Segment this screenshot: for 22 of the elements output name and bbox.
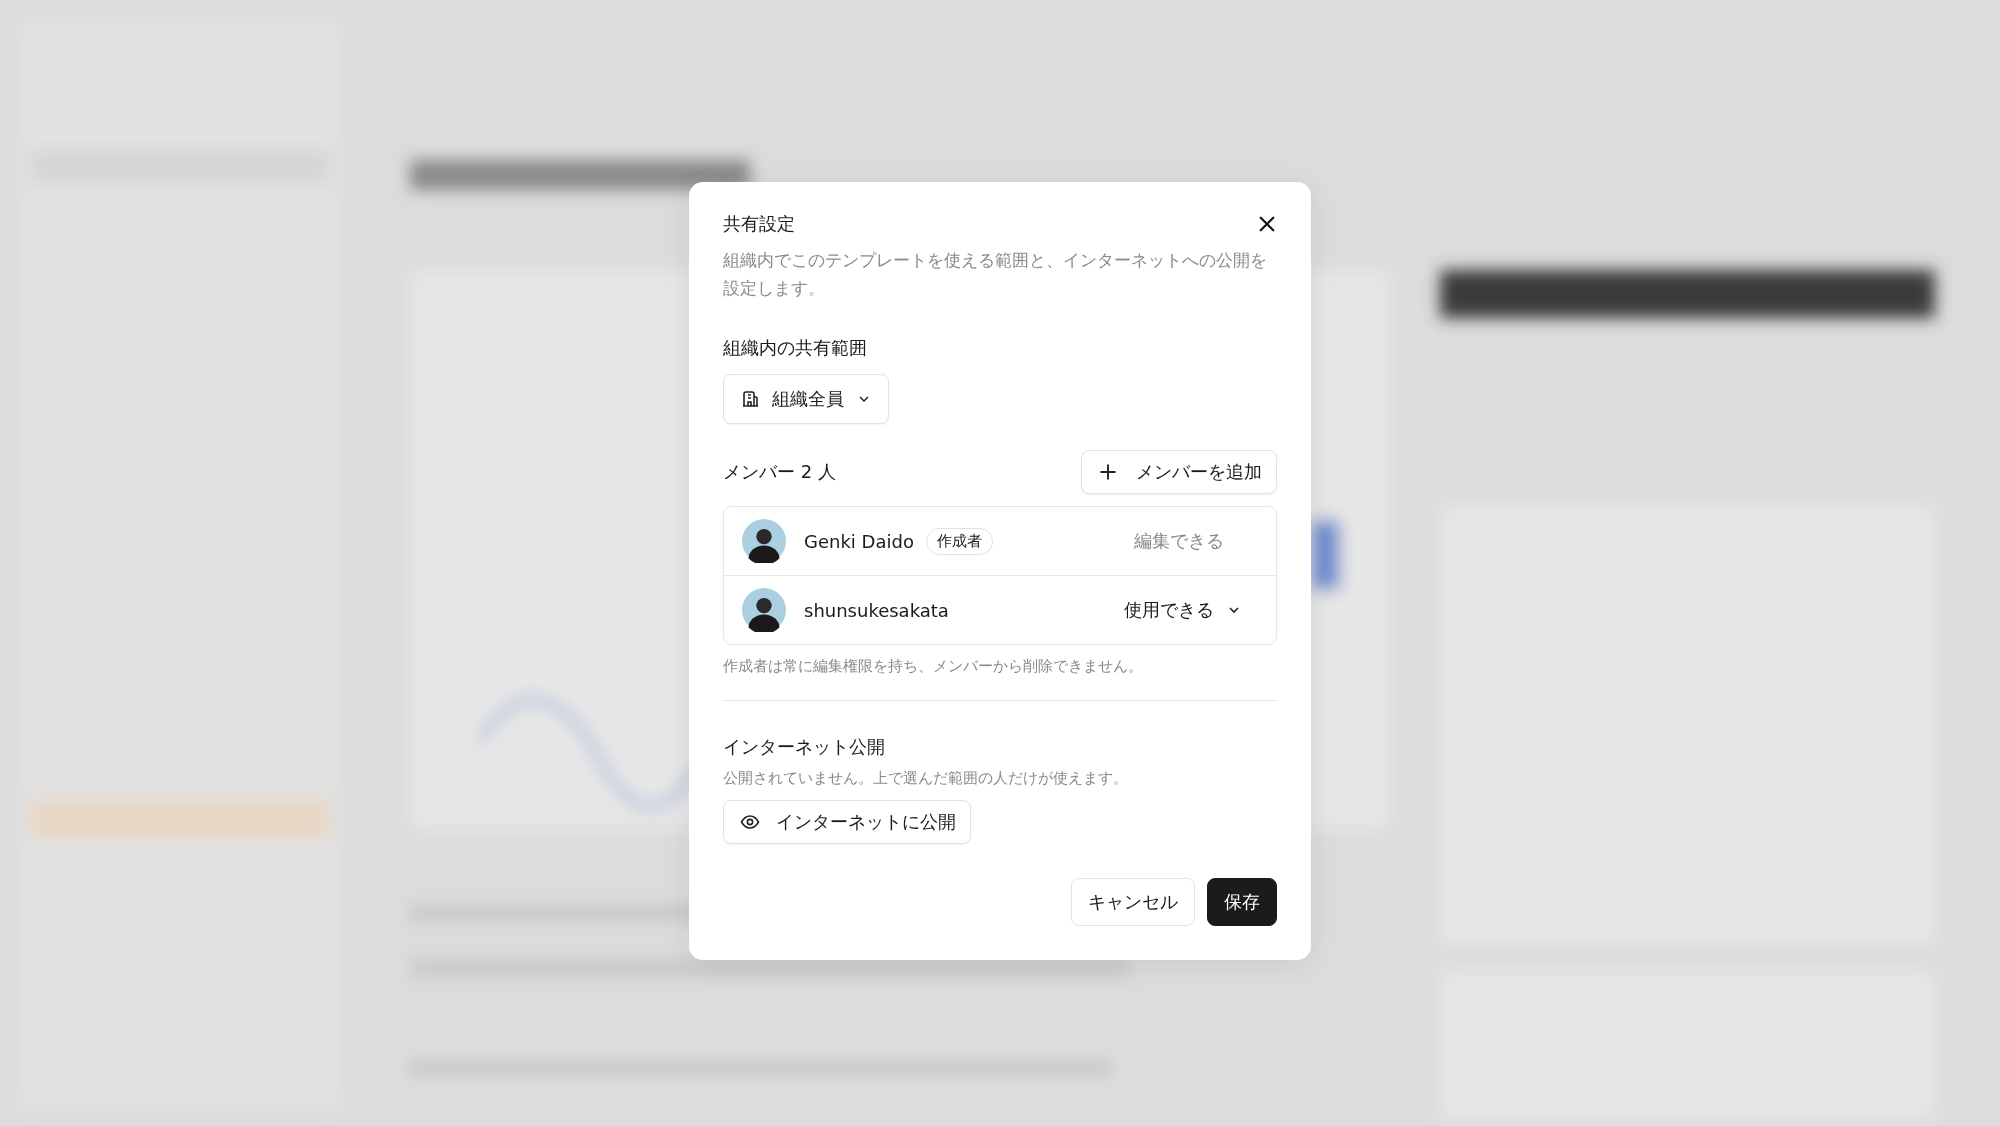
cancel-button[interactable]: キャンセル: [1071, 878, 1195, 926]
permission-dropdown[interactable]: 使用できる: [1124, 598, 1258, 622]
avatar-icon: [742, 519, 786, 563]
building-icon: [740, 389, 760, 409]
member-name: Genki Daido: [804, 530, 914, 552]
dialog-title: 共有設定: [723, 212, 795, 236]
section-label: インターネット公開: [723, 735, 885, 759]
plus-icon: [1098, 462, 1118, 482]
save-button[interactable]: 保存: [1207, 878, 1277, 926]
avatar-icon: [742, 588, 786, 632]
close-icon[interactable]: [1257, 214, 1277, 234]
add-member-button[interactable]: メンバーを追加: [1081, 450, 1277, 494]
members-note: 作成者は常に編集権限を持ち、メンバーから削除できません。: [723, 657, 1144, 676]
publish-status: 公開されていません。上で選んだ範囲の人だけが使えます。: [723, 769, 1129, 788]
member-name: shunsukesakata: [804, 599, 949, 621]
section-label: 組織内の共有範囲: [723, 336, 867, 360]
scope-dropdown[interactable]: 組織全員: [723, 374, 889, 424]
publish-button[interactable]: インターネットに公開: [723, 800, 971, 844]
members-heading: メンバー 2 人: [723, 460, 836, 484]
dialog-description: 組織内でこのテンプレートを使える範囲と、インターネットへの公開を設定します。: [723, 249, 1268, 300]
eye-icon: [740, 812, 760, 832]
permission-label: 編集できる: [1134, 529, 1225, 553]
